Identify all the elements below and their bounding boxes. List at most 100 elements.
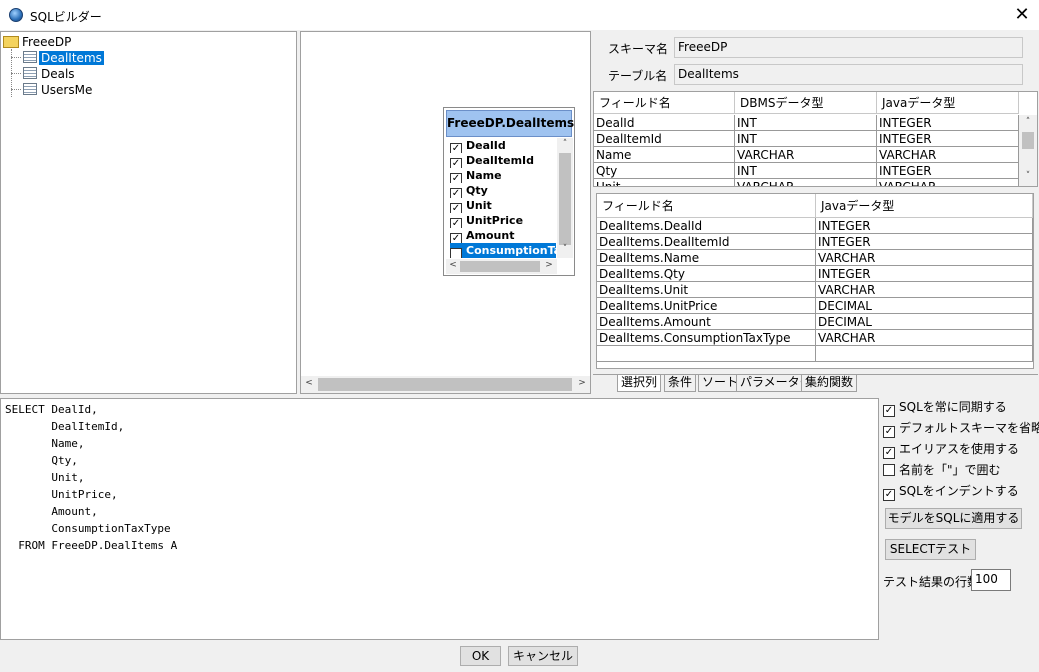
option-use-alias[interactable]: ✓ エイリアスを使用する — [883, 442, 1019, 459]
grid-cell[interactable]: INT — [735, 163, 877, 179]
grid-cell[interactable]: INT — [735, 131, 877, 147]
entity-field[interactable]: ✓ Name — [450, 168, 556, 183]
grid-cell[interactable]: VARCHAR — [877, 179, 1019, 186]
scroll-left-icon[interactable]: < — [303, 378, 315, 388]
grid-cell[interactable]: INTEGER — [816, 266, 1033, 282]
grid-cell[interactable]: Name — [594, 147, 735, 163]
scroll-right-icon[interactable]: > — [576, 378, 588, 388]
grid-cell[interactable]: DealItems.DealId — [597, 218, 816, 234]
tab-conditions[interactable]: 条件 — [664, 375, 697, 392]
fields-grid[interactable]: フィールド名 DBMSデータ型 Javaデータ型 DealId INT INTE… — [593, 91, 1038, 187]
grid-cell[interactable]: Qty — [594, 163, 735, 179]
grid-cell[interactable]: INTEGER — [877, 115, 1019, 131]
close-icon[interactable]: ✕ — [1008, 3, 1036, 27]
entity-field-label: DealItemId — [466, 154, 535, 167]
grid-cell[interactable]: DealItems.UnitPrice — [597, 298, 816, 314]
checkbox-checked-icon[interactable]: ✓ — [883, 489, 895, 501]
grid-cell[interactable]: VARCHAR — [816, 250, 1033, 266]
option-omit-default-schema[interactable]: ✓ デフォルトスキーマを省略する — [883, 421, 1039, 438]
grid-cell[interactable]: VARCHAR — [877, 147, 1019, 163]
checkbox-checked-icon[interactable]: ✓ — [450, 188, 462, 198]
fields-grid-vscrollbar[interactable]: ˄ ˅ — [1019, 115, 1037, 186]
select-test-button[interactable]: SELECTテスト — [885, 539, 976, 560]
column-header[interactable]: フィールド名 — [594, 92, 735, 114]
checkbox-checked-icon[interactable]: ✓ — [450, 143, 462, 153]
grid-cell[interactable]: DealItems.ConsumptionTaxType — [597, 330, 816, 346]
tab-select-columns[interactable]: 選択列 — [617, 375, 662, 392]
canvas-hscrollbar[interactable]: < > — [301, 376, 590, 393]
grid-cell[interactable]: DealItems.Amount — [597, 314, 816, 330]
option-quote-names[interactable]: 名前を「"」で囲む — [883, 463, 1001, 479]
entity-field-selected[interactable]: ✓ ConsumptionTax — [450, 243, 556, 258]
grid-cell[interactable]: VARCHAR — [816, 330, 1033, 346]
checkbox-checked-icon[interactable]: ✓ — [883, 405, 895, 417]
option-sync-sql[interactable]: ✓ SQLを常に同期する — [883, 400, 1007, 417]
scroll-up-icon[interactable]: ˄ — [559, 139, 571, 149]
grid-cell[interactable] — [816, 346, 1033, 362]
grid-cell[interactable]: DealItems.DealItemId — [597, 234, 816, 250]
grid-cell[interactable]: INTEGER — [877, 163, 1019, 179]
scroll-left-icon[interactable]: < — [448, 260, 458, 270]
tab-aggregate[interactable]: 集約関数 — [801, 375, 858, 392]
grid-cell[interactable]: INT — [735, 115, 877, 131]
entity-hscrollbar[interactable]: < > — [446, 259, 557, 274]
entity-field[interactable]: ✓ DealItemId — [450, 153, 556, 168]
scroll-thumb[interactable] — [460, 261, 540, 272]
scroll-thumb[interactable] — [1022, 132, 1034, 149]
entity-vscrollbar[interactable]: ˄ ˅ — [557, 138, 573, 258]
grid-cell[interactable]: INTEGER — [877, 131, 1019, 147]
grid-cell[interactable]: Unit — [594, 179, 735, 186]
scroll-down-icon[interactable]: ˅ — [559, 244, 571, 254]
entity-title[interactable]: FreeeDP.DealItems — [446, 110, 574, 137]
entity-field[interactable]: ✓ Qty — [450, 183, 556, 198]
column-header[interactable]: DBMSデータ型 — [735, 92, 877, 114]
scroll-thumb[interactable] — [559, 153, 571, 245]
tree-item-dealitems[interactable]: DealItems — [39, 50, 104, 66]
tree-item-deals[interactable]: Deals — [41, 66, 75, 82]
selected-columns-grid[interactable]: フィールド名 Javaデータ型 DealItems.DealId INTEGER… — [596, 193, 1034, 369]
grid-cell[interactable]: DealItemId — [594, 131, 735, 147]
grid-cell[interactable]: DealItems.Qty — [597, 266, 816, 282]
grid-cell[interactable]: DealId — [594, 115, 735, 131]
checkbox-checked-icon[interactable]: ✓ — [450, 158, 462, 168]
grid-cell[interactable]: VARCHAR — [735, 147, 877, 163]
tree-root[interactable]: FreeeDP — [22, 34, 71, 50]
checkbox-checked-icon[interactable]: ✓ — [450, 233, 462, 243]
entity-box[interactable]: FreeeDP.DealItems ✓ DealId ✓ DealItemId ✓ N… — [443, 107, 575, 276]
apply-model-button[interactable]: モデルをSQLに適用する — [885, 508, 1022, 529]
checkbox-checked-icon[interactable]: ✓ — [450, 203, 462, 213]
table-icon — [23, 51, 37, 63]
ok-button[interactable]: OK — [460, 646, 501, 666]
grid-cell[interactable]: DECIMAL — [816, 298, 1033, 314]
grid-cell[interactable]: DECIMAL — [816, 314, 1033, 330]
checkbox-checked-icon[interactable]: ✓ — [450, 248, 462, 258]
tree-item-usersme[interactable]: UsersMe — [41, 82, 92, 98]
grid-cell[interactable]: INTEGER — [816, 234, 1033, 250]
grid-cell[interactable]: VARCHAR — [816, 282, 1033, 298]
entity-field[interactable]: ✓ Amount — [450, 228, 556, 243]
option-indent-sql[interactable]: ✓ SQLをインデントする — [883, 484, 1019, 501]
checkbox-checked-icon[interactable]: ✓ — [450, 173, 462, 183]
checkbox-unchecked-icon[interactable] — [883, 464, 895, 476]
checkbox-checked-icon[interactable]: ✓ — [450, 218, 462, 228]
grid-cell[interactable]: DealItems.Unit — [597, 282, 816, 298]
scroll-up-icon[interactable]: ˄ — [1022, 117, 1034, 127]
grid-cell[interactable]: INTEGER — [816, 218, 1033, 234]
entity-field[interactable]: ✓ DealId — [450, 138, 556, 153]
scroll-down-icon[interactable]: ˅ — [1022, 171, 1034, 181]
cancel-button[interactable]: キャンセル — [508, 646, 578, 666]
column-header[interactable]: Javaデータ型 — [877, 92, 1019, 114]
grid-cell[interactable]: VARCHAR — [735, 179, 877, 186]
entity-field[interactable]: ✓ Unit — [450, 198, 556, 213]
sql-editor[interactable]: SELECT DealId, DealItemId, Name, Qty, Un… — [0, 398, 879, 640]
entity-field[interactable]: ✓ UnitPrice — [450, 213, 556, 228]
grid-cell[interactable] — [597, 346, 816, 362]
scroll-thumb[interactable] — [318, 378, 572, 391]
column-header[interactable]: フィールド名 — [597, 194, 816, 218]
grid-cell[interactable]: DealItems.Name — [597, 250, 816, 266]
checkbox-checked-icon[interactable]: ✓ — [883, 447, 895, 459]
column-header[interactable]: Javaデータ型 — [816, 194, 1033, 218]
test-rows-input[interactable]: 100 — [971, 569, 1011, 591]
scroll-right-icon[interactable]: > — [544, 260, 554, 270]
checkbox-checked-icon[interactable]: ✓ — [883, 426, 895, 438]
